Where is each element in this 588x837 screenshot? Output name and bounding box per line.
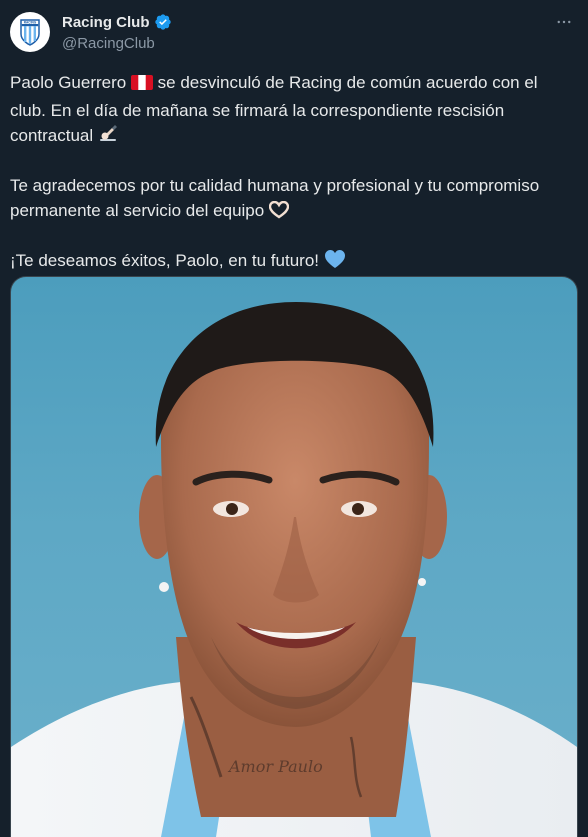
- tweet-text-segment: ¡Te deseamos éxitos, Paolo, en tu futuro…: [10, 251, 324, 270]
- tweet-paragraph-1: Paolo Guerrero se desvinculó de Racing d…: [10, 70, 570, 151]
- heart-hands-emoji: [268, 200, 290, 226]
- racing-club-crest-icon: RACING: [20, 19, 40, 46]
- tweet-paragraph-2: Te agradecemos por tu calidad humana y p…: [10, 173, 570, 226]
- player-portrait-image: Amor Paulo: [11, 302, 577, 837]
- verified-badge-icon: [154, 13, 172, 31]
- more-options-icon[interactable]: [554, 12, 574, 32]
- writing-hand-emoji: [98, 124, 118, 151]
- handle[interactable]: @RacingClub: [62, 34, 172, 54]
- tweet-paragraph-3: ¡Te deseamos éxitos, Paolo, en tu futuro…: [10, 248, 570, 276]
- tweet[interactable]: RACING Racing Club @RacingClub Paolo Gue…: [0, 0, 588, 837]
- avatar[interactable]: RACING: [10, 12, 50, 52]
- neck-tattoo-text: Amor Paulo: [227, 757, 323, 776]
- crest-text: RACING: [24, 20, 37, 24]
- peru-flag-emoji: [130, 73, 153, 98]
- earring-right: [418, 578, 426, 586]
- tweet-text: Paolo Guerrero se desvinculó de Racing d…: [10, 70, 570, 298]
- earring-left: [159, 582, 169, 592]
- tweet-photo[interactable]: Amor Paulo: [10, 276, 578, 837]
- light-blue-heart-emoji: [324, 249, 346, 276]
- author-header: Racing Club @RacingClub: [62, 12, 172, 54]
- display-name[interactable]: Racing Club: [62, 14, 150, 31]
- tweet-text-segment: Paolo Guerrero: [10, 73, 131, 92]
